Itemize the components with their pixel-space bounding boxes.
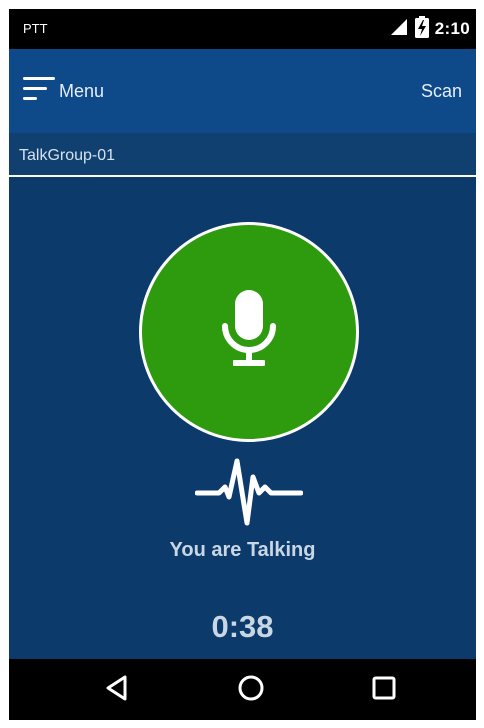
recents-button[interactable]: [367, 673, 401, 707]
talkgroup-bar[interactable]: TalkGroup-01: [9, 133, 476, 177]
menu-label: Menu: [59, 80, 105, 101]
push-to-talk-button[interactable]: [139, 222, 359, 442]
microphone-icon: [217, 288, 281, 377]
recents-icon: [371, 675, 397, 706]
status-indicators: 2:10: [389, 15, 470, 43]
talkgroup-divider: [9, 175, 476, 177]
status-bar: PTT 2:10: [9, 9, 476, 49]
status-app-label: PTT: [23, 21, 48, 36]
hamburger-menu-icon: [23, 73, 57, 110]
system-nav-bar: [9, 659, 476, 720]
menu-button[interactable]: Menu: [23, 75, 104, 107]
audio-wave-icon: [194, 457, 304, 529]
home-icon: [237, 674, 265, 707]
battery-charging-icon: [414, 15, 429, 43]
home-button[interactable]: [234, 673, 268, 707]
back-icon: [105, 674, 129, 707]
scan-button[interactable]: Scan: [421, 81, 462, 102]
app-bar: Menu Scan: [9, 49, 476, 133]
status-time: 2:10: [434, 19, 470, 38]
phone-screen: PTT 2:10 Menu Scan TalkGroup-01 You are …: [9, 9, 476, 720]
cell-signal-icon: [389, 17, 409, 42]
talk-status-text: You are Talking: [169, 539, 316, 561]
talk-timer: 0:38: [211, 609, 274, 644]
back-button[interactable]: [100, 673, 134, 707]
talkgroup-name: TalkGroup-01: [19, 147, 116, 164]
